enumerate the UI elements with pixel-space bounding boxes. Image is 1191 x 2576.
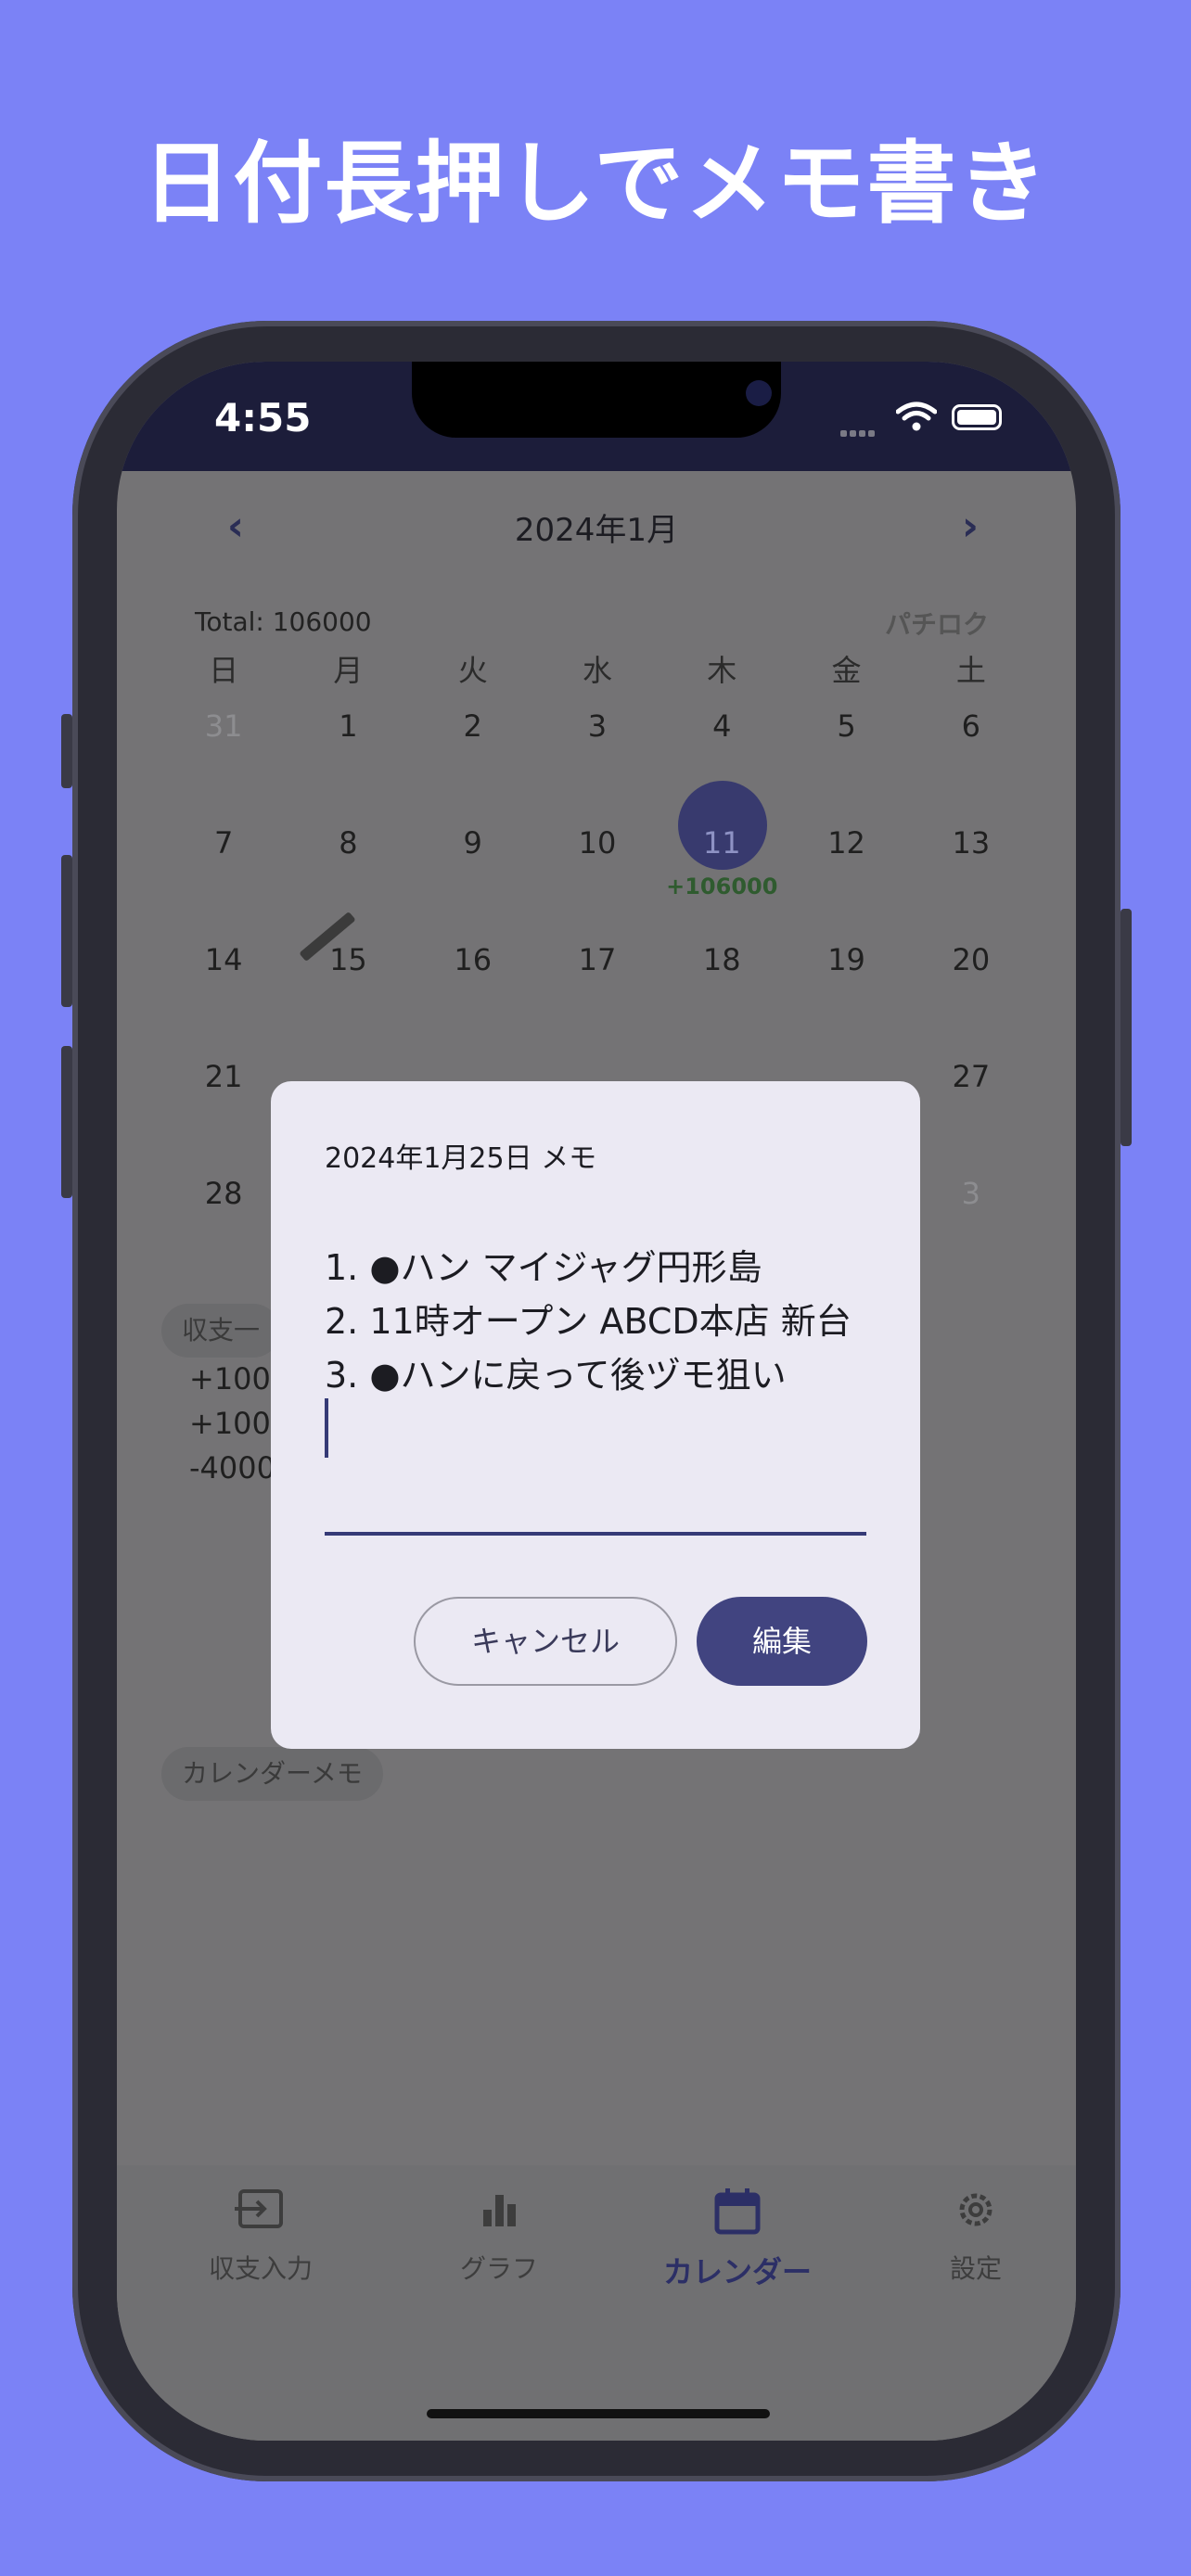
calendar-day[interactable]: 9 xyxy=(411,820,535,937)
calendar-week: 31 1 2 3 4 5 6 xyxy=(161,703,1033,820)
volume-down-button xyxy=(61,1046,72,1198)
gear-icon xyxy=(883,2186,1069,2241)
weekday-label: 火 xyxy=(457,653,488,688)
weekday-label: 月 xyxy=(333,653,364,688)
calendar-day[interactable]: 6 xyxy=(909,703,1033,820)
text-cursor xyxy=(325,1398,328,1458)
calendar-day[interactable]: 28 xyxy=(161,1170,286,1287)
memo-line: 3. ●ハンに戻って後ヅモ狙い xyxy=(325,1355,787,1396)
calendar-week: 14 15 16 17 18 19 20 xyxy=(161,911,1033,1053)
calendar-day[interactable]: 12 xyxy=(784,820,908,937)
calendar-icon xyxy=(645,2186,830,2241)
camera-icon xyxy=(746,380,772,406)
calendar-day[interactable]: 19 xyxy=(784,937,908,1053)
weekday-label: 木 xyxy=(707,653,737,688)
calendar-week: 7 8 9 10 11 +106000 12 13 xyxy=(161,781,1033,937)
volume-up-button xyxy=(61,855,72,1007)
memo-line: 1. ●ハン マイジャグ円形島 xyxy=(325,1247,762,1288)
input-icon xyxy=(168,2186,353,2241)
status-time: 4:55 xyxy=(214,395,312,440)
status-bar: 4:55 xyxy=(117,362,1076,471)
cancel-button[interactable]: キャンセル xyxy=(414,1597,677,1686)
tab-calendar[interactable]: カレンダー xyxy=(645,2186,830,2291)
home-indicator xyxy=(427,2409,770,2418)
app-brand-label: パチロク xyxy=(884,609,989,640)
calendar-memo-chip[interactable]: カレンダーメモ xyxy=(161,1747,383,1801)
tab-income-input[interactable]: 収支入力 xyxy=(168,2186,353,2286)
calendar-day[interactable]: 7 xyxy=(161,820,286,937)
calendar-day[interactable]: 27 xyxy=(909,1053,1033,1170)
calendar-day[interactable]: 21 xyxy=(161,1053,286,1170)
weekday-label: 金 xyxy=(831,653,862,688)
memo-line: 2. 11時オープン ABCD本店 新台 xyxy=(325,1301,852,1342)
month-title: 2024年1月 xyxy=(514,512,679,549)
notch xyxy=(412,362,781,438)
calendar-day[interactable]: 14 xyxy=(161,937,286,1053)
calendar-day[interactable]: 3 xyxy=(909,1170,1033,1287)
weekday-header: 日 月 火 水 木 金 土 xyxy=(161,647,1033,690)
calendar-day[interactable]: 1 xyxy=(286,703,410,820)
calendar-day[interactable]: 31 xyxy=(161,703,286,820)
monthly-total: Total: 106000 xyxy=(195,606,372,637)
calendar-day-today[interactable]: 11 +106000 xyxy=(660,781,784,937)
day-amount: +106000 xyxy=(666,874,778,899)
memo-dialog: 2024年1月25日 メモ 1. ●ハン マイジャグ円形島 2. 11時オープン… xyxy=(271,1081,920,1749)
promo-headline: 日付長押しでメモ書き xyxy=(142,132,1049,236)
wifi-icon xyxy=(896,402,937,431)
mute-switch xyxy=(61,714,72,788)
bottom-tab-bar: 収支入力 グラフ カレンダー 設定 xyxy=(117,2165,1076,2441)
calendar-day[interactable]: 5 xyxy=(784,703,908,820)
calendar-day[interactable]: 3 xyxy=(535,703,660,820)
tab-settings[interactable]: 設定 xyxy=(883,2186,1069,2286)
dialog-title: 2024年1月25日 メモ xyxy=(325,1142,597,1175)
calendar-day[interactable]: 2 xyxy=(411,703,535,820)
list-item[interactable]: -4000 xyxy=(189,1450,275,1486)
tab-graph[interactable]: グラフ xyxy=(406,2186,592,2286)
calendar-day[interactable]: 20 xyxy=(909,937,1033,1053)
cellular-signal-icon xyxy=(840,423,877,437)
memo-text-field[interactable]: 1. ●ハン マイジャグ円形島 2. 11時オープン ABCD本店 新台 3. … xyxy=(325,1241,872,1402)
weekday-label: 水 xyxy=(582,653,612,688)
bar-chart-icon xyxy=(406,2186,592,2241)
calendar-day[interactable]: 18 xyxy=(660,937,784,1053)
calendar-day[interactable]: 17 xyxy=(535,937,660,1053)
calendar-day[interactable]: 13 xyxy=(909,820,1033,937)
calendar-day[interactable]: 10 xyxy=(535,820,660,937)
edit-button[interactable]: 編集 xyxy=(697,1597,867,1686)
battery-icon xyxy=(952,404,1002,430)
income-list-chip[interactable]: 収支一 xyxy=(161,1304,281,1358)
text-field-underline xyxy=(325,1532,866,1536)
calendar-day[interactable]: 15 xyxy=(286,911,410,1053)
calendar-day[interactable]: 16 xyxy=(411,937,535,1053)
next-month-button[interactable]: › xyxy=(952,506,989,547)
weekday-label: 日 xyxy=(209,653,239,688)
weekday-label: 土 xyxy=(955,653,986,688)
power-button xyxy=(1121,909,1132,1146)
